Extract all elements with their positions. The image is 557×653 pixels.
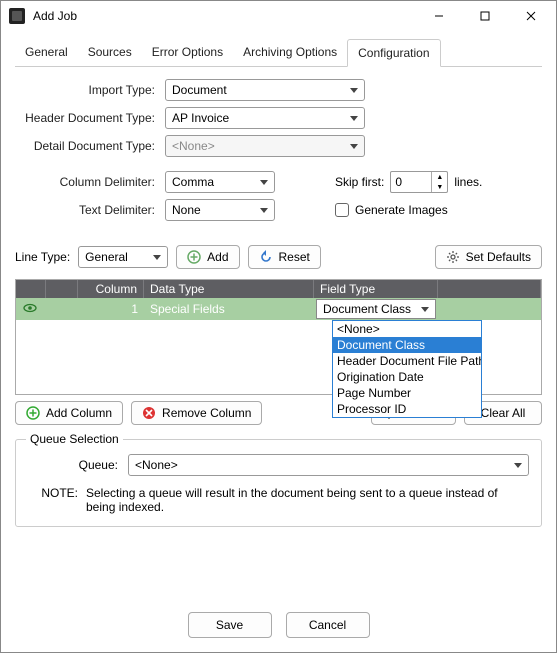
dialog-footer: Save Cancel — [1, 596, 556, 652]
save-button[interactable]: Save — [188, 612, 272, 638]
note-text: Selecting a queue will result in the doc… — [86, 486, 529, 514]
skip-first-label: Skip first: — [335, 175, 384, 189]
field-type-option[interactable]: Page Number — [333, 385, 481, 401]
titlebar: Add Job — [1, 1, 556, 31]
add-column-button[interactable]: Add Column — [15, 401, 123, 425]
line-type-select[interactable]: General — [78, 246, 168, 268]
grid-cell-datatype: Special Fields — [144, 300, 314, 318]
window-title: Add Job — [33, 9, 416, 23]
close-button[interactable] — [508, 1, 554, 31]
field-type-dropdown[interactable]: <None> Document Class Header Document Fi… — [332, 320, 482, 418]
undo-icon — [259, 250, 273, 264]
skip-first-input[interactable]: 0 ▲▼ — [390, 171, 448, 193]
cancel-button[interactable]: Cancel — [286, 612, 370, 638]
col-delim-select[interactable]: Comma — [165, 171, 275, 193]
queue-label: Queue: — [28, 458, 118, 472]
note-label: NOTE: — [28, 486, 78, 514]
grid-header-fieldtype: Field Type — [314, 280, 438, 298]
gear-icon — [446, 250, 460, 264]
tabs: General Sources Error Options Archiving … — [15, 39, 542, 67]
remove-column-button[interactable]: Remove Column — [131, 401, 262, 425]
queue-select[interactable]: <None> — [128, 454, 529, 476]
plus-icon — [187, 250, 201, 264]
dialog-body: General Sources Error Options Archiving … — [1, 31, 556, 596]
col-delim-label: Column Delimiter: — [15, 175, 165, 189]
text-delim-label: Text Delimiter: — [15, 203, 165, 217]
queue-selection-legend: Queue Selection — [26, 432, 123, 446]
add-job-window: Add Job General Sources Error Options Ar… — [0, 0, 557, 653]
tab-error-options[interactable]: Error Options — [142, 39, 233, 66]
field-type-cell-select[interactable]: Document Class — [316, 299, 436, 319]
generate-images-label: Generate Images — [355, 203, 448, 217]
queue-selection-group: Queue Selection Queue: <None> NOTE: Sele… — [15, 439, 542, 527]
field-type-option[interactable]: Header Document File Path — [333, 353, 481, 369]
header-doc-label: Header Document Type: — [15, 111, 165, 125]
grid-header: Column Data Type Field Type — [16, 280, 541, 298]
grid-cell-column: 1 — [78, 300, 144, 318]
tab-archiving-options[interactable]: Archiving Options — [233, 39, 347, 66]
eye-icon — [22, 300, 38, 316]
detail-doc-label: Detail Document Type: — [15, 139, 165, 153]
lines-label: lines. — [454, 175, 482, 189]
add-button[interactable]: Add — [176, 245, 239, 269]
maximize-button[interactable] — [462, 1, 508, 31]
header-doc-select[interactable]: AP Invoice — [165, 107, 365, 129]
minimize-button[interactable] — [416, 1, 462, 31]
line-type-label: Line Type: — [15, 250, 70, 264]
detail-doc-select[interactable]: <None> — [165, 135, 365, 157]
import-type-select[interactable]: Document — [165, 79, 365, 101]
spin-up-icon[interactable]: ▲ — [432, 172, 447, 182]
remove-icon — [142, 406, 156, 420]
grid-header-datatype: Data Type — [144, 280, 314, 298]
grid-row[interactable]: 1 Special Fields Document Class — [16, 298, 541, 320]
grid-header-column: Column — [78, 280, 144, 298]
tab-general[interactable]: General — [15, 39, 78, 66]
tab-configuration[interactable]: Configuration — [347, 39, 440, 67]
tab-sources[interactable]: Sources — [78, 39, 142, 66]
field-type-option[interactable]: Origination Date — [333, 369, 481, 385]
field-type-option[interactable]: Document Class — [333, 337, 481, 353]
plus-icon — [26, 406, 40, 420]
generate-images-checkbox[interactable] — [335, 203, 349, 217]
app-icon — [9, 8, 25, 24]
spin-down-icon[interactable]: ▼ — [432, 182, 447, 192]
field-type-option[interactable]: <None> — [333, 321, 481, 337]
import-type-label: Import Type: — [15, 83, 165, 97]
set-defaults-button[interactable]: Set Defaults — [435, 245, 542, 269]
reset-button[interactable]: Reset — [248, 245, 321, 269]
text-delim-select[interactable]: None — [165, 199, 275, 221]
field-type-option[interactable]: Processor ID — [333, 401, 481, 417]
